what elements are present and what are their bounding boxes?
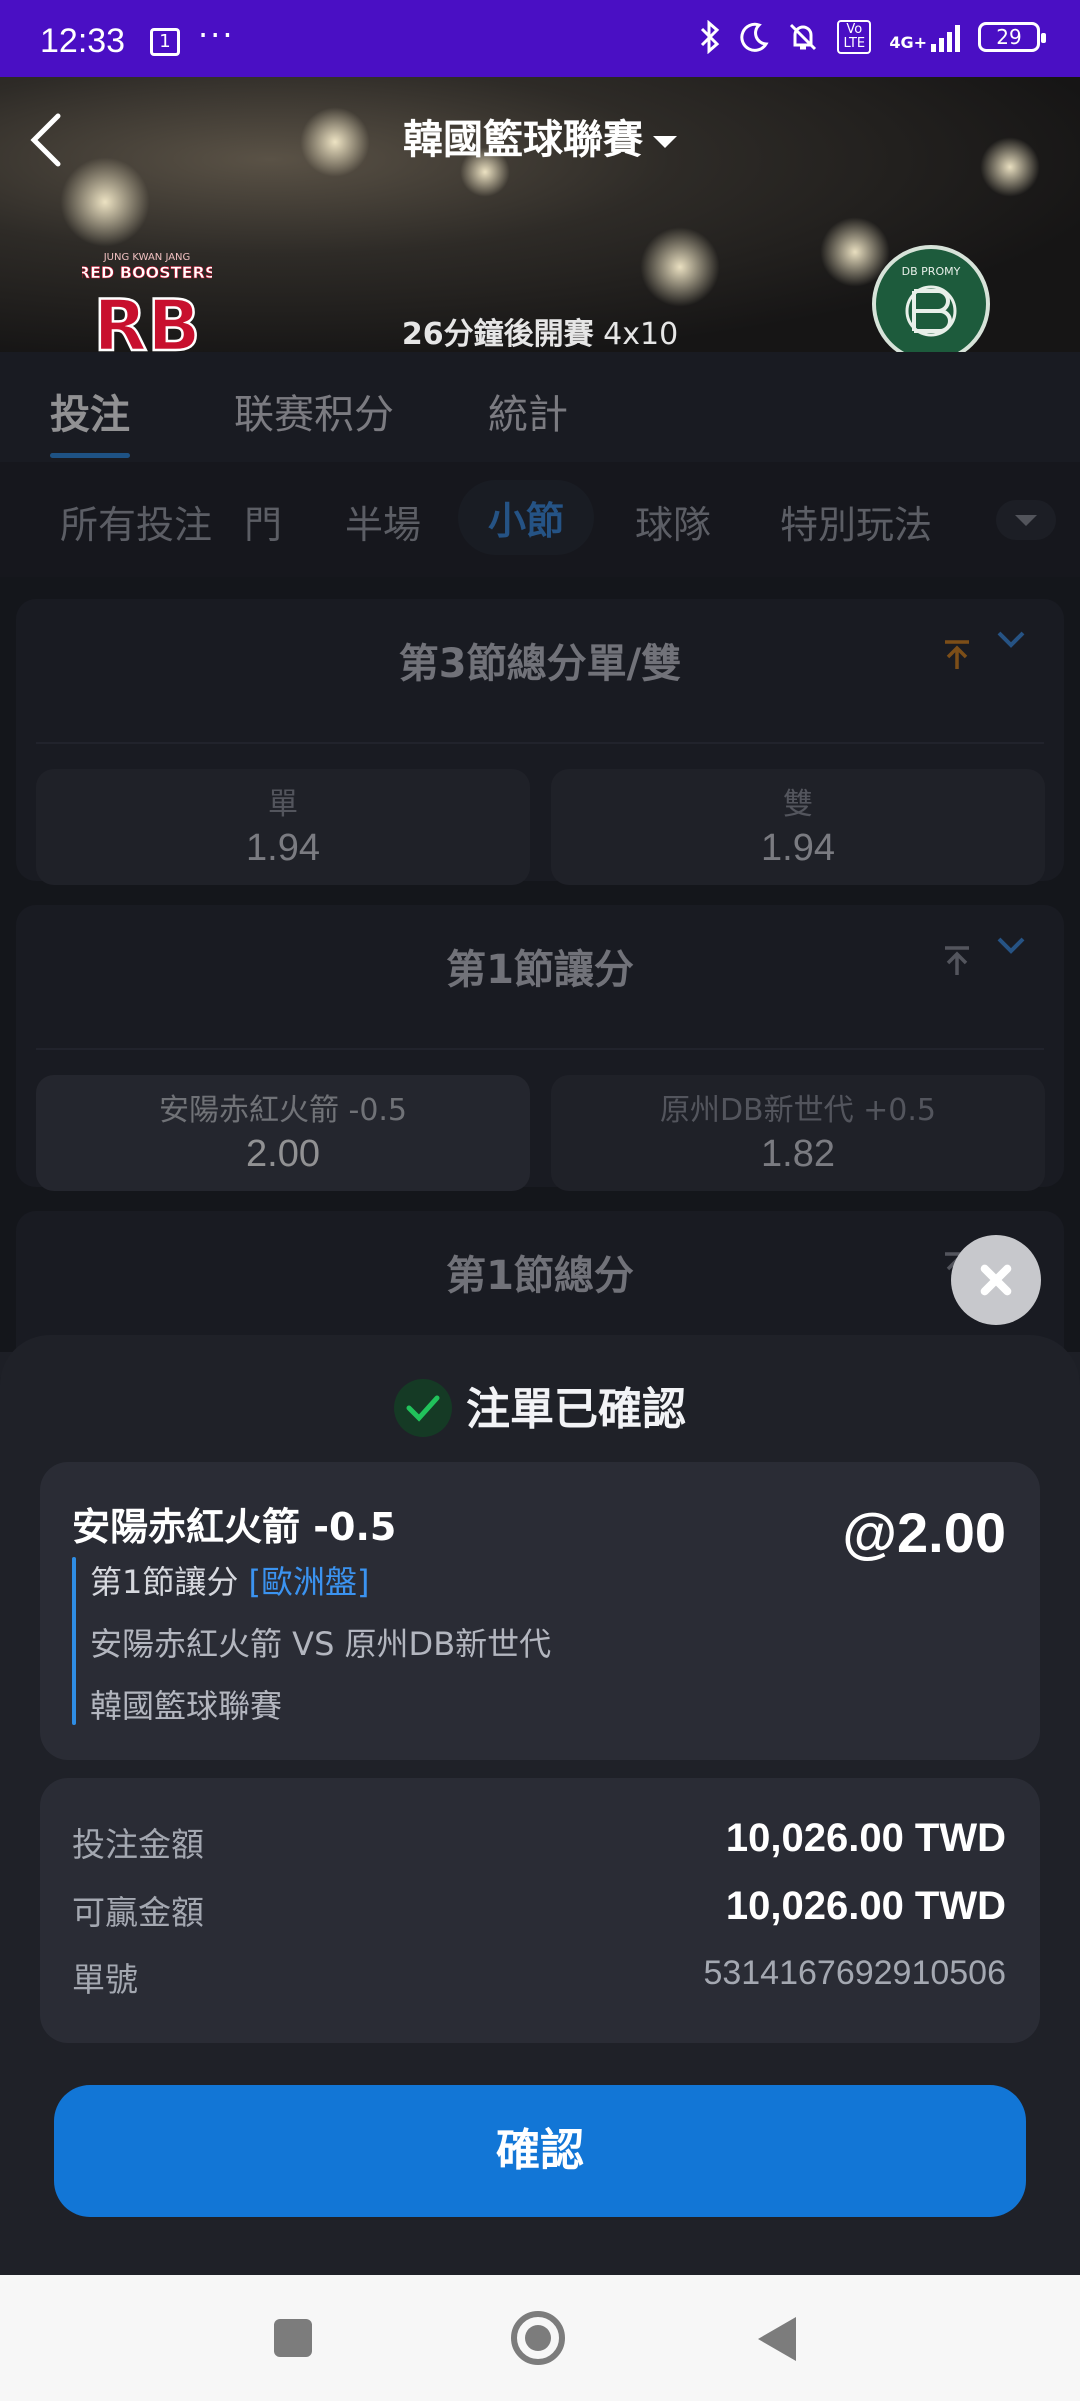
tab-bets[interactable]: 投注 [50, 382, 130, 458]
pin-top-icon[interactable] [942, 945, 972, 977]
main-tabs: 投注 联赛积分 統計 [0, 352, 1080, 462]
caret-down-icon [653, 136, 677, 148]
bet-market-name: 第1節讓分 [90, 1563, 239, 1601]
bet-fixture: 安陽赤紅火箭 VS 原州DB新世代 [90, 1625, 552, 1663]
system-nav-bar [0, 2275, 1080, 2401]
market-card: 第1節讓分 安陽赤紅火箭 -0.5 2.00 原州DB新世代 +0.5 1.82 [16, 905, 1064, 1191]
away-logo-text: DB PROMY [902, 265, 961, 278]
odds-button-selected[interactable]: 安陽赤紅火箭 -0.5 2.00 [36, 1075, 530, 1191]
moon-icon [740, 22, 769, 52]
subtab-quarter[interactable]: 小節 [458, 480, 595, 555]
league-selector[interactable]: 韓國籃球聯賽 [0, 107, 1080, 165]
league-title: 韓國籃球聯賽 [403, 117, 643, 163]
stake-label: 投注金額 [72, 1825, 204, 1864]
confirm-button[interactable]: 確認 [54, 2085, 1026, 2217]
bet-ref-value: 5314167692910506 [703, 1954, 1006, 1992]
tab-stats[interactable]: 統計 [488, 382, 568, 440]
bet-selection: 安陽赤紅火箭 -0.5 [72, 1505, 397, 1549]
market-filter-tabs: 所有投注 門 半場 小節 球隊 特別玩法 [0, 462, 1080, 577]
bet-market: 第1節讓分 [歐洲盤] [90, 1557, 370, 1603]
odds-value: 1.94 [246, 827, 320, 869]
bluetooth-icon [701, 20, 720, 54]
potential-win-label: 可贏金額 [72, 1893, 204, 1932]
tab-league-table-label: 联赛积分 [234, 392, 394, 438]
sheet-title: 注單已確認 [0, 1373, 1080, 1441]
tab-bets-label: 投注 [50, 392, 130, 438]
subtab-all[interactable]: 所有投注 [60, 494, 212, 549]
bet-ref-label: 單號 [72, 1960, 138, 1999]
odds-button[interactable]: 單 1.94 [36, 769, 530, 885]
4g-signal-icon: 4G+ [889, 22, 960, 52]
chevron-down-icon[interactable] [996, 629, 1026, 649]
home-icon[interactable] [511, 2311, 565, 2365]
market-title: 第3節總分單/雙 [398, 641, 682, 687]
market-title: 第1節讓分 [446, 947, 634, 993]
kickoff-countdown: 26分鐘後開賽 [401, 317, 594, 352]
home-logo-text: RED BOOSTERS [82, 263, 212, 282]
odds-value: 1.82 [761, 1133, 835, 1175]
close-sheet-button[interactable] [951, 1235, 1041, 1325]
divider [36, 742, 1044, 744]
pin-top-icon[interactable] [942, 639, 972, 671]
odds-value: 2.00 [246, 1133, 320, 1175]
check-circle-icon [394, 1379, 452, 1437]
bet-summary-card: 投注金額 10,026.00 TWD 可贏金額 10,026.00 TWD 單號… [40, 1778, 1040, 2043]
match-header: 韓國籃球聯賽 JUNG KWAN JANG RED BOOSTERS RB DB… [0, 77, 1080, 352]
sheet-title-text: 注單已確認 [466, 1384, 686, 1435]
accent-bar [72, 1557, 76, 1725]
subtab-specials[interactable]: 特別玩法 [780, 494, 932, 549]
chevron-down-icon[interactable] [996, 935, 1026, 955]
bet-odds: @2.00 [842, 1501, 1006, 1564]
match-format: 4x10 [603, 317, 679, 352]
more-tabs-button[interactable] [996, 500, 1056, 540]
odds-label: 原州DB新世代 +0.5 [659, 1093, 937, 1128]
odds-label: 雙 [783, 787, 813, 822]
tab-stats-label: 統計 [488, 392, 568, 438]
market-title: 第1節總分 [446, 1253, 634, 1299]
battery-icon: 29 [978, 22, 1046, 52]
bet-league: 韓國籃球聯賽 [90, 1687, 283, 1725]
status-bar: 12:33 1 ··· Vo LTE 4G+ 29 [0, 0, 1080, 77]
volte-icon: Vo LTE [837, 20, 872, 54]
market-list: 第3節總分單/雙 單 1.94 雙 1.94 第1節讓分 安陽赤紅火箭 -0.5… [0, 577, 1080, 1411]
bet-details-card: 安陽赤紅火箭 -0.5 @2.00 第1節讓分 [歐洲盤] 安陽赤紅火箭 VS … [40, 1462, 1040, 1760]
subtab-half[interactable]: 半場 [345, 494, 421, 549]
mute-bell-icon [790, 23, 817, 51]
status-icons: Vo LTE 4G+ 29 [699, 20, 1046, 54]
divider [36, 1048, 1044, 1050]
more-notifications-icon: ··· [198, 16, 235, 54]
status-time: 12:33 [40, 22, 126, 60]
market-card: 第3節總分單/雙 單 1.94 雙 1.94 [16, 599, 1064, 885]
tab-league-table[interactable]: 联赛积分 [234, 382, 394, 440]
odds-label: 安陽赤紅火箭 -0.5 [158, 1093, 408, 1128]
odds-button[interactable]: 原州DB新世代 +0.5 1.82 [551, 1075, 1045, 1191]
odds-button[interactable]: 雙 1.94 [551, 769, 1045, 885]
odds-label: 單 [268, 787, 298, 822]
active-tab-indicator [50, 453, 130, 458]
stake-value: 10,026.00 TWD [725, 1816, 1006, 1860]
bet-confirmation-sheet: 注單已確認 安陽赤紅火箭 -0.5 @2.00 第1節讓分 [歐洲盤] 安陽赤紅… [0, 1335, 1080, 2275]
sim-badge-icon: 1 [150, 28, 180, 56]
odds-value: 1.94 [761, 827, 835, 869]
recents-icon[interactable] [274, 2319, 312, 2357]
subtab-goals[interactable]: 門 [244, 494, 282, 549]
subtab-team[interactable]: 球隊 [635, 494, 711, 549]
back-triangle-icon[interactable] [758, 2317, 796, 2361]
svg-text:JUNG KWAN JANG: JUNG KWAN JANG [103, 252, 191, 263]
potential-win-value: 10,026.00 TWD [725, 1884, 1006, 1928]
odds-type-tag: [歐洲盤] [248, 1563, 370, 1601]
kickoff-info: 26分鐘後開賽 4x10 [0, 309, 1080, 352]
